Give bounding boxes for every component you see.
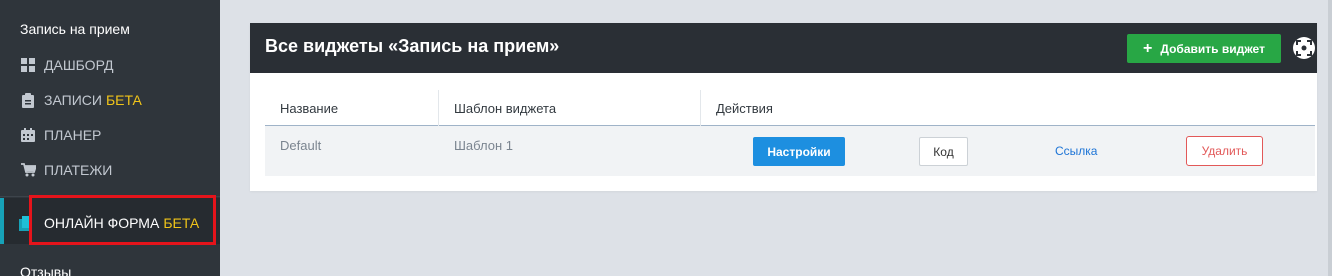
active-accent bbox=[0, 198, 4, 244]
widgets-panel: Все виджеты «Запись на прием» + Добавить… bbox=[250, 23, 1317, 191]
highlight-annotation bbox=[29, 195, 216, 245]
dashboard-icon bbox=[20, 57, 36, 73]
scrollbar[interactable] bbox=[1328, 0, 1332, 276]
panel-header: Все виджеты «Запись на прием» + Добавить… bbox=[250, 23, 1317, 73]
sidebar-item-dashboard[interactable]: ДАШБОРД bbox=[20, 54, 113, 76]
sidebar-item-label: ПЛАНЕР bbox=[44, 127, 102, 143]
row-name: Default bbox=[280, 138, 322, 153]
row-template: Шаблон 1 bbox=[454, 138, 513, 153]
cart-icon bbox=[20, 162, 36, 178]
sidebar-title[interactable]: Запись на прием bbox=[20, 21, 130, 37]
page-title: Все виджеты «Запись на прием» bbox=[265, 36, 560, 56]
header-template: Шаблон виджета bbox=[454, 101, 557, 116]
sidebar-item-payments[interactable]: ПЛАТЕЖИ bbox=[20, 159, 112, 181]
table-header: Название Шаблон виджета Действия bbox=[265, 90, 1315, 126]
sidebar-item-records[interactable]: ЗАПИСИ БЕТА bbox=[20, 89, 142, 111]
add-widget-label: Добавить виджет bbox=[1160, 41, 1265, 56]
table-row: Default Шаблон 1 Настройки Код Ссылка Уд… bbox=[265, 126, 1315, 176]
delete-button[interactable]: Удалить bbox=[1186, 136, 1263, 166]
calendar-icon bbox=[20, 127, 36, 143]
header-name: Название bbox=[280, 101, 339, 116]
sidebar-item-label: ДАШБОРД bbox=[44, 57, 114, 73]
header-actions: Действия bbox=[716, 101, 773, 116]
settings-button[interactable]: Настройки bbox=[753, 137, 845, 166]
add-widget-button[interactable]: + Добавить виджет bbox=[1127, 34, 1281, 63]
sidebar-item-label: ПЛАТЕЖИ bbox=[44, 162, 113, 178]
sidebar: Запись на прием ДАШБОРД ЗАПИСИ БЕТА ПЛАН… bbox=[0, 0, 220, 276]
link-action[interactable]: Ссылка bbox=[1055, 144, 1097, 158]
clipboard-icon bbox=[20, 92, 36, 108]
sidebar-item-planner[interactable]: ПЛАНЕР bbox=[20, 124, 101, 146]
sidebar-item-reviews[interactable]: Отзывы bbox=[20, 264, 71, 276]
expand-icon[interactable] bbox=[1293, 37, 1315, 59]
beta-badge: БЕТА bbox=[105, 92, 142, 108]
sidebar-item-label: ЗАПИСИ bbox=[44, 92, 102, 108]
code-button[interactable]: Код bbox=[919, 137, 968, 166]
plus-icon: + bbox=[1143, 39, 1153, 57]
